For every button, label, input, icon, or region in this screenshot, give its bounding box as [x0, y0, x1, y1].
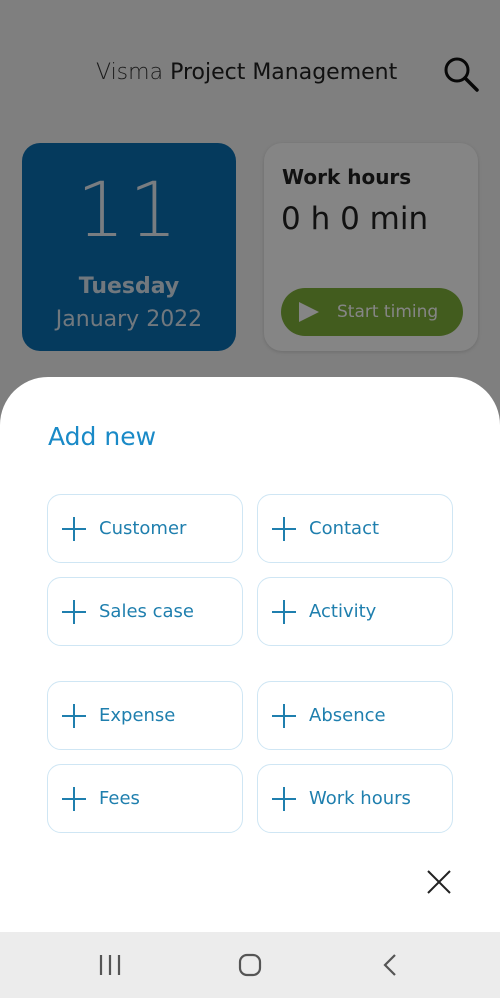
- sheet-title: Add new: [48, 422, 157, 451]
- plus-icon: [62, 786, 86, 811]
- plus-icon: [272, 599, 296, 624]
- action-label: Contact: [309, 518, 380, 539]
- plus-icon: [272, 703, 296, 728]
- system-nav-bar: [0, 932, 500, 998]
- action-label: Customer: [99, 518, 187, 539]
- plus-icon: [272, 786, 296, 811]
- plus-icon: [62, 516, 86, 541]
- plus-icon: [62, 599, 86, 624]
- add-work-hours-button[interactable]: Work hours: [257, 764, 453, 833]
- nav-home-icon[interactable]: [238, 953, 262, 977]
- action-label: Work hours: [309, 788, 411, 809]
- add-contact-button[interactable]: Contact: [257, 494, 453, 563]
- add-absence-button[interactable]: Absence: [257, 681, 453, 750]
- add-activity-button[interactable]: Activity: [257, 577, 453, 646]
- plus-icon: [272, 516, 296, 541]
- add-sales-case-button[interactable]: Sales case: [47, 577, 243, 646]
- nav-back-icon[interactable]: [380, 953, 400, 977]
- nav-recents-icon[interactable]: [98, 954, 122, 976]
- add-fees-button[interactable]: Fees: [47, 764, 243, 833]
- close-icon[interactable]: [426, 869, 452, 895]
- action-label: Sales case: [99, 601, 195, 622]
- action-label: Absence: [309, 705, 386, 726]
- action-label: Expense: [99, 705, 176, 726]
- plus-icon: [62, 703, 86, 728]
- action-label: Activity: [309, 601, 377, 622]
- add-new-sheet: Add new Customer Contact Sales case Acti…: [0, 377, 500, 932]
- add-customer-button[interactable]: Customer: [47, 494, 243, 563]
- action-label: Fees: [99, 788, 140, 809]
- add-expense-button[interactable]: Expense: [47, 681, 243, 750]
